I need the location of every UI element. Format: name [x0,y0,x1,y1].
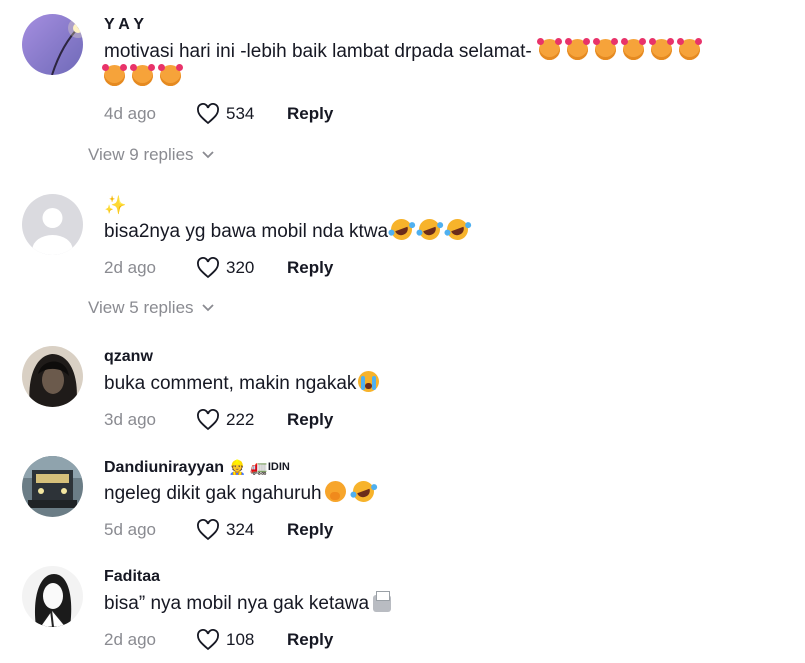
like-count: 222 [226,410,255,429]
comment-username[interactable]: Faditaa [104,566,765,588]
like-count: 324 [226,520,255,539]
comment-text-content: buka comment, makin ngakak [104,373,357,394]
rolling-laughing-icon [444,216,472,243]
smiling-face-with-hearts-icon [536,38,562,60]
comment-text-content: ngeleg dikit gak ngahuruh [104,483,322,504]
reply-button[interactable]: Reply [287,258,333,278]
smiling-face-with-hearts-icon [130,64,155,86]
smiling-face-with-hearts-icon [620,38,646,60]
comment-date: 3d ago [104,410,156,429]
comment-date: 4d ago [104,104,156,123]
like-button[interactable]: 324 [196,519,287,541]
view-replies-label: View 9 replies [88,145,194,164]
comment-username[interactable]: Dandiunirayyan 👷 🚛IDIN [104,456,765,478]
like-button[interactable]: 534 [196,103,287,125]
comment-body: Faditaa bisa” nya mobil nya gak ketawa 2… [104,566,765,653]
comment-text-content: bisa2nya yg bawa mobil nda ktwa [104,221,389,242]
reply-button[interactable]: Reply [287,630,333,650]
comment-text: bisa2nya yg bawa mobil nda ktwa [104,216,765,245]
comment-meta: 3d ago 222 Reply [104,407,765,433]
like-count: 534 [226,104,255,123]
avatar[interactable] [22,456,83,517]
comment-username[interactable]: Y A Y [104,14,765,36]
comment-meta: 2d ago 320 Reply [104,255,765,281]
username-badge: IDIN [267,461,290,473]
comment-text-content: motivasi hari ini -lebih baik lambat drp… [104,41,532,62]
sparkles-icon: ✨ [104,195,127,215]
rolling-laughing-icon [388,216,416,243]
smiling-face-with-hearts-icon [592,38,618,60]
reply-button[interactable]: Reply [287,104,333,124]
heart-icon [197,257,219,279]
heart-icon [197,629,219,651]
comment-text: motivasi hari ini -lebih baik lambat drp… [102,38,765,91]
comment-username[interactable]: qzanw [104,346,765,368]
avatar[interactable] [22,14,83,75]
comment-text: ngeleg dikit gak ngahuruh [104,478,765,507]
comment-body: Y A Y motivasi hari ini -lebih baik lamb… [102,14,765,127]
comment-date: 2d ago [104,630,156,649]
comment-meta: 4d ago 534 Reply [104,101,765,127]
hand-over-mouth-icon [324,481,346,502]
comment-username[interactable]: ✨ [104,194,765,216]
reply-button[interactable]: Reply [287,410,333,430]
heart-icon [197,519,219,541]
avatar[interactable] [22,194,83,255]
view-replies-button[interactable]: View 9 replies [88,145,214,165]
comment-body: qzanw buka comment, makin ngakak 3d ago … [104,346,765,433]
comment-text: bisa” nya mobil nya gak ketawa [104,591,765,617]
chevron-down-icon [201,304,214,312]
smiling-face-with-hearts-icon [564,38,590,60]
avatar[interactable] [22,346,83,407]
like-count: 108 [226,630,255,649]
like-button[interactable]: 108 [196,629,287,651]
comment-text: buka comment, makin ngakak [104,371,765,397]
view-replies-label: View 5 replies [88,298,194,317]
smiling-face-with-hearts-icon [158,64,183,86]
rolling-laughing-icon [349,478,377,505]
smiling-face-with-hearts-icon [676,38,702,60]
comment-meta: 2d ago 108 Reply [104,627,765,653]
heart-icon [197,103,219,125]
reply-button[interactable]: Reply [287,520,333,540]
comment-text-content: bisa” nya mobil nya gak ketawa [104,593,370,614]
username-text: Dandiunirayyan [104,459,225,476]
like-button[interactable]: 320 [196,257,287,279]
smiling-face-with-hearts-icon [102,64,127,86]
heart-icon [197,409,219,431]
avatar[interactable] [22,566,83,627]
loudly-crying-icon [358,371,380,392]
comment-date: 2d ago [104,258,156,277]
chevron-down-icon [201,151,214,159]
printer-icon [373,591,392,612]
truck-icon: 🚛 [250,459,268,475]
comment-body: Dandiunirayyan 👷 🚛IDIN ngeleg dikit gak … [104,456,765,543]
like-count: 320 [226,258,255,277]
comment-date: 5d ago [104,520,156,539]
construction-worker-icon: 👷 [228,459,246,475]
smiling-face-with-hearts-icon [648,38,674,60]
like-button[interactable]: 222 [196,409,287,431]
comment-meta: 5d ago 324 Reply [104,517,765,543]
view-replies-button[interactable]: View 5 replies [88,298,214,318]
rolling-laughing-icon [416,216,444,243]
comment-body: ✨ bisa2nya yg bawa mobil nda ktwa 2d ago… [104,194,765,281]
